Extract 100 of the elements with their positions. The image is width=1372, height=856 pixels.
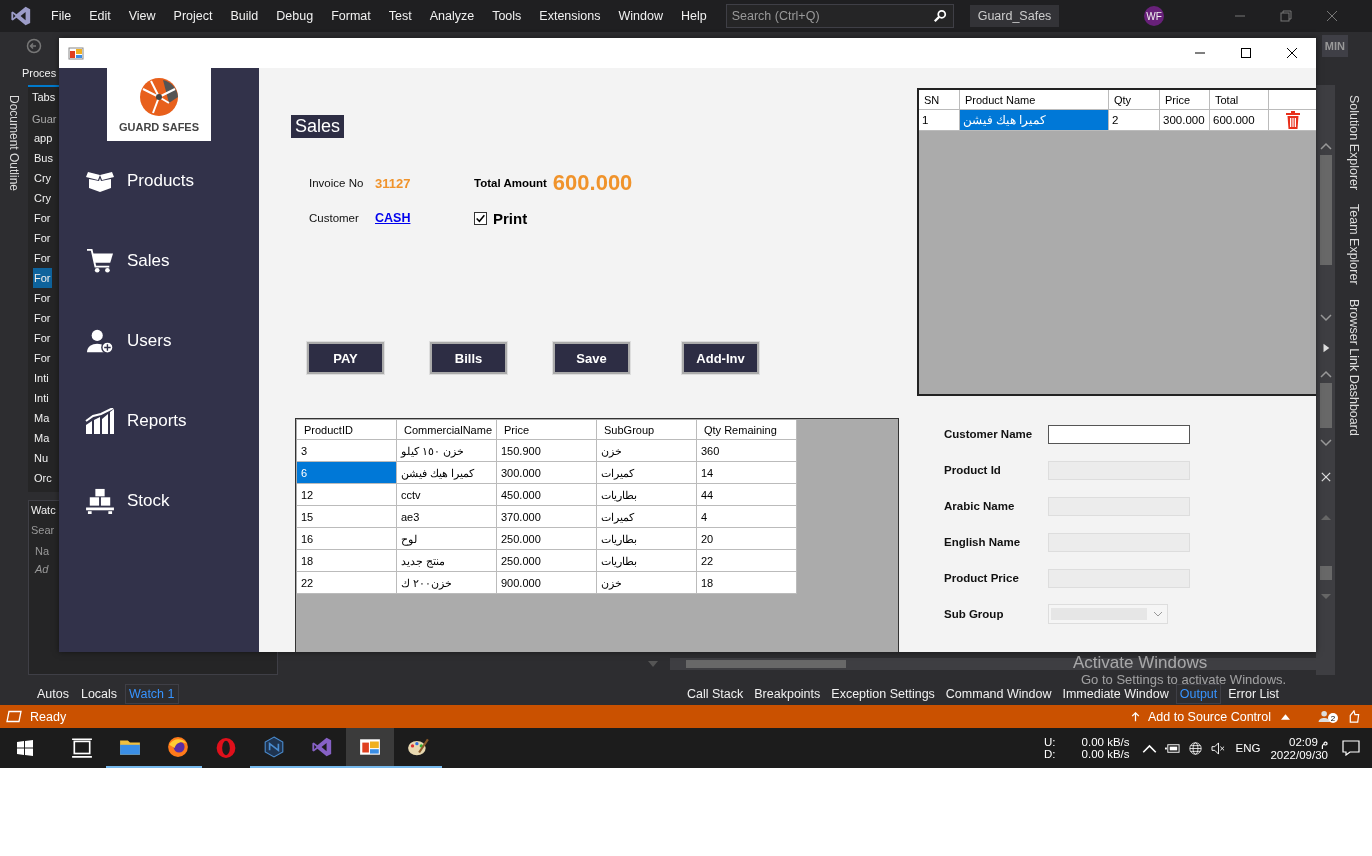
side-tab[interactable]: Team Explorer (1346, 204, 1361, 285)
side-tab[interactable]: Solution Explorer (1346, 95, 1361, 191)
column-header[interactable]: Price (497, 420, 597, 440)
table-cell[interactable]: 18 (697, 572, 797, 594)
action-button[interactable]: Bills (430, 342, 507, 374)
table-cell[interactable]: 12 (297, 484, 397, 506)
scroll-up-icon[interactable] (1319, 141, 1332, 151)
menu-item[interactable]: File (42, 9, 81, 23)
table-cell[interactable]: 150.900 (497, 440, 597, 462)
tree-item[interactable]: app (33, 128, 54, 148)
nav-item[interactable]: Stock (59, 461, 259, 541)
action-button[interactable]: Save (553, 342, 630, 374)
column-header[interactable]: Qty Remaining (697, 420, 797, 440)
table-cell[interactable]: كميرا هيك فيشن (960, 110, 1109, 131)
panel-tab[interactable]: Locals (76, 684, 122, 704)
table-cell[interactable]: كميرات (597, 506, 697, 528)
table-cell[interactable]: 4 (697, 506, 797, 528)
close-icon[interactable] (1286, 47, 1298, 59)
tree-item[interactable]: Ma (33, 408, 51, 428)
nav-item[interactable]: Reports (59, 381, 259, 461)
table-cell[interactable]: 250.000 (497, 550, 597, 572)
table-cell[interactable]: 22 (697, 550, 797, 572)
table-cell[interactable]: خزن٢٠٠ ك (397, 572, 497, 594)
tree-item[interactable]: For (33, 308, 52, 328)
tree-item[interactable]: For (33, 248, 52, 268)
input-field[interactable] (1048, 424, 1190, 444)
table-cell[interactable]: 20 (697, 528, 797, 550)
nav-item[interactable]: Sales (59, 221, 259, 301)
panel-tab[interactable]: Exception Settings (827, 684, 939, 704)
panel-title[interactable]: Tabs (28, 87, 58, 107)
nav-item[interactable]: Products (59, 141, 259, 221)
tree-item[interactable]: Inti (33, 388, 50, 408)
table-cell[interactable]: بطاريات (597, 550, 697, 572)
table-cell[interactable]: خزن ١٥٠ كيلو (397, 440, 497, 462)
column-header[interactable]: CommercialName (397, 420, 497, 440)
table-cell[interactable]: كميرات (597, 462, 697, 484)
table-cell[interactable]: 16 (297, 528, 397, 550)
panel-tab[interactable]: Command Window (941, 684, 1056, 704)
table-cell[interactable]: 44 (697, 484, 797, 506)
panel-tab[interactable]: Error List (1224, 684, 1283, 704)
clock-date[interactable]: 2022/09/30 (1270, 749, 1328, 761)
table-cell[interactable]: بطاريات (597, 484, 697, 506)
menu-item[interactable]: Edit (80, 9, 120, 23)
table-cell[interactable]: cctv (397, 484, 497, 506)
search-field[interactable]: Search (Ctrl+Q) (725, 4, 954, 28)
table-cell[interactable]: 450.000 (497, 484, 597, 506)
tree-item[interactable]: Inti (33, 368, 50, 388)
globe-icon[interactable] (1187, 741, 1203, 755)
trash-icon[interactable] (1284, 111, 1301, 129)
tree-item[interactable]: For (33, 328, 52, 348)
table-cell[interactable]: 2 (1109, 110, 1160, 131)
menu-item[interactable]: Debug (267, 9, 323, 23)
clock-time[interactable]: م 02:09 (1289, 735, 1328, 749)
scroll-thumb[interactable] (1319, 155, 1332, 265)
maximize-icon[interactable] (1240, 47, 1252, 59)
tree-item[interactable]: Cry (33, 188, 53, 208)
tree-item[interactable]: For (33, 288, 52, 308)
table-cell[interactable]: بطاريات (597, 528, 697, 550)
restore-icon[interactable] (1280, 10, 1292, 22)
nav-item[interactable]: Users (59, 301, 259, 381)
column-header[interactable]: SubGroup (597, 420, 697, 440)
scroll-thumb[interactable] (1319, 383, 1332, 428)
panel-tab[interactable]: Breakpoints (750, 684, 825, 704)
side-tab[interactable]: Document Outline (7, 95, 21, 192)
table-cell[interactable]: 250.000 (497, 528, 597, 550)
table-cell[interactable]: كميرا هيك فيشن (397, 462, 497, 484)
panel-tab[interactable]: Call Stack (683, 684, 748, 704)
scroll-up-icon[interactable] (1319, 369, 1332, 379)
customer-link[interactable]: CASH (375, 211, 474, 225)
table-cell[interactable]: 360 (697, 440, 797, 462)
table-cell[interactable]: ae3 (397, 506, 497, 528)
tree-item[interactable]: For (33, 208, 52, 228)
table-cell[interactable]: 600.000 (1210, 110, 1269, 131)
scroll-down-icon[interactable] (1319, 313, 1332, 323)
table-cell[interactable]: 14 (697, 462, 797, 484)
tree-item[interactable]: For (33, 348, 52, 368)
tree-item[interactable]: For (33, 268, 52, 288)
menu-item[interactable]: Build (221, 9, 268, 23)
table-cell[interactable]: 300.000 (1160, 110, 1210, 131)
menu-item[interactable]: Analyze (420, 9, 484, 23)
language-indicator[interactable]: ENG (1235, 742, 1261, 754)
toolbar-badge[interactable]: MIN (1321, 35, 1348, 57)
table-cell[interactable]: خزن (597, 440, 697, 462)
menu-item[interactable]: Extensions (530, 9, 610, 23)
table-cell[interactable]: 22 (297, 572, 397, 594)
source-control-button[interactable]: Add to Source Control (1148, 709, 1271, 724)
menu-item[interactable]: Format (322, 9, 380, 23)
tree-item[interactable]: Nu (33, 448, 50, 468)
menu-item[interactable]: Project (164, 9, 222, 23)
scroll-down-icon[interactable] (1319, 438, 1332, 448)
table-cell[interactable]: لوح (397, 528, 497, 550)
start-icon[interactable] (17, 740, 33, 756)
table-cell[interactable]: 18 (297, 550, 397, 572)
table-cell[interactable]: 300.000 (497, 462, 597, 484)
speaker-muted-icon[interactable] (1210, 741, 1226, 755)
taskbar-button[interactable] (346, 728, 394, 768)
tree-item[interactable]: Orc (33, 468, 53, 488)
table-cell[interactable]: 15 (297, 506, 397, 528)
scroll-thumb[interactable] (1319, 566, 1332, 580)
menu-item[interactable]: Window (609, 9, 672, 23)
